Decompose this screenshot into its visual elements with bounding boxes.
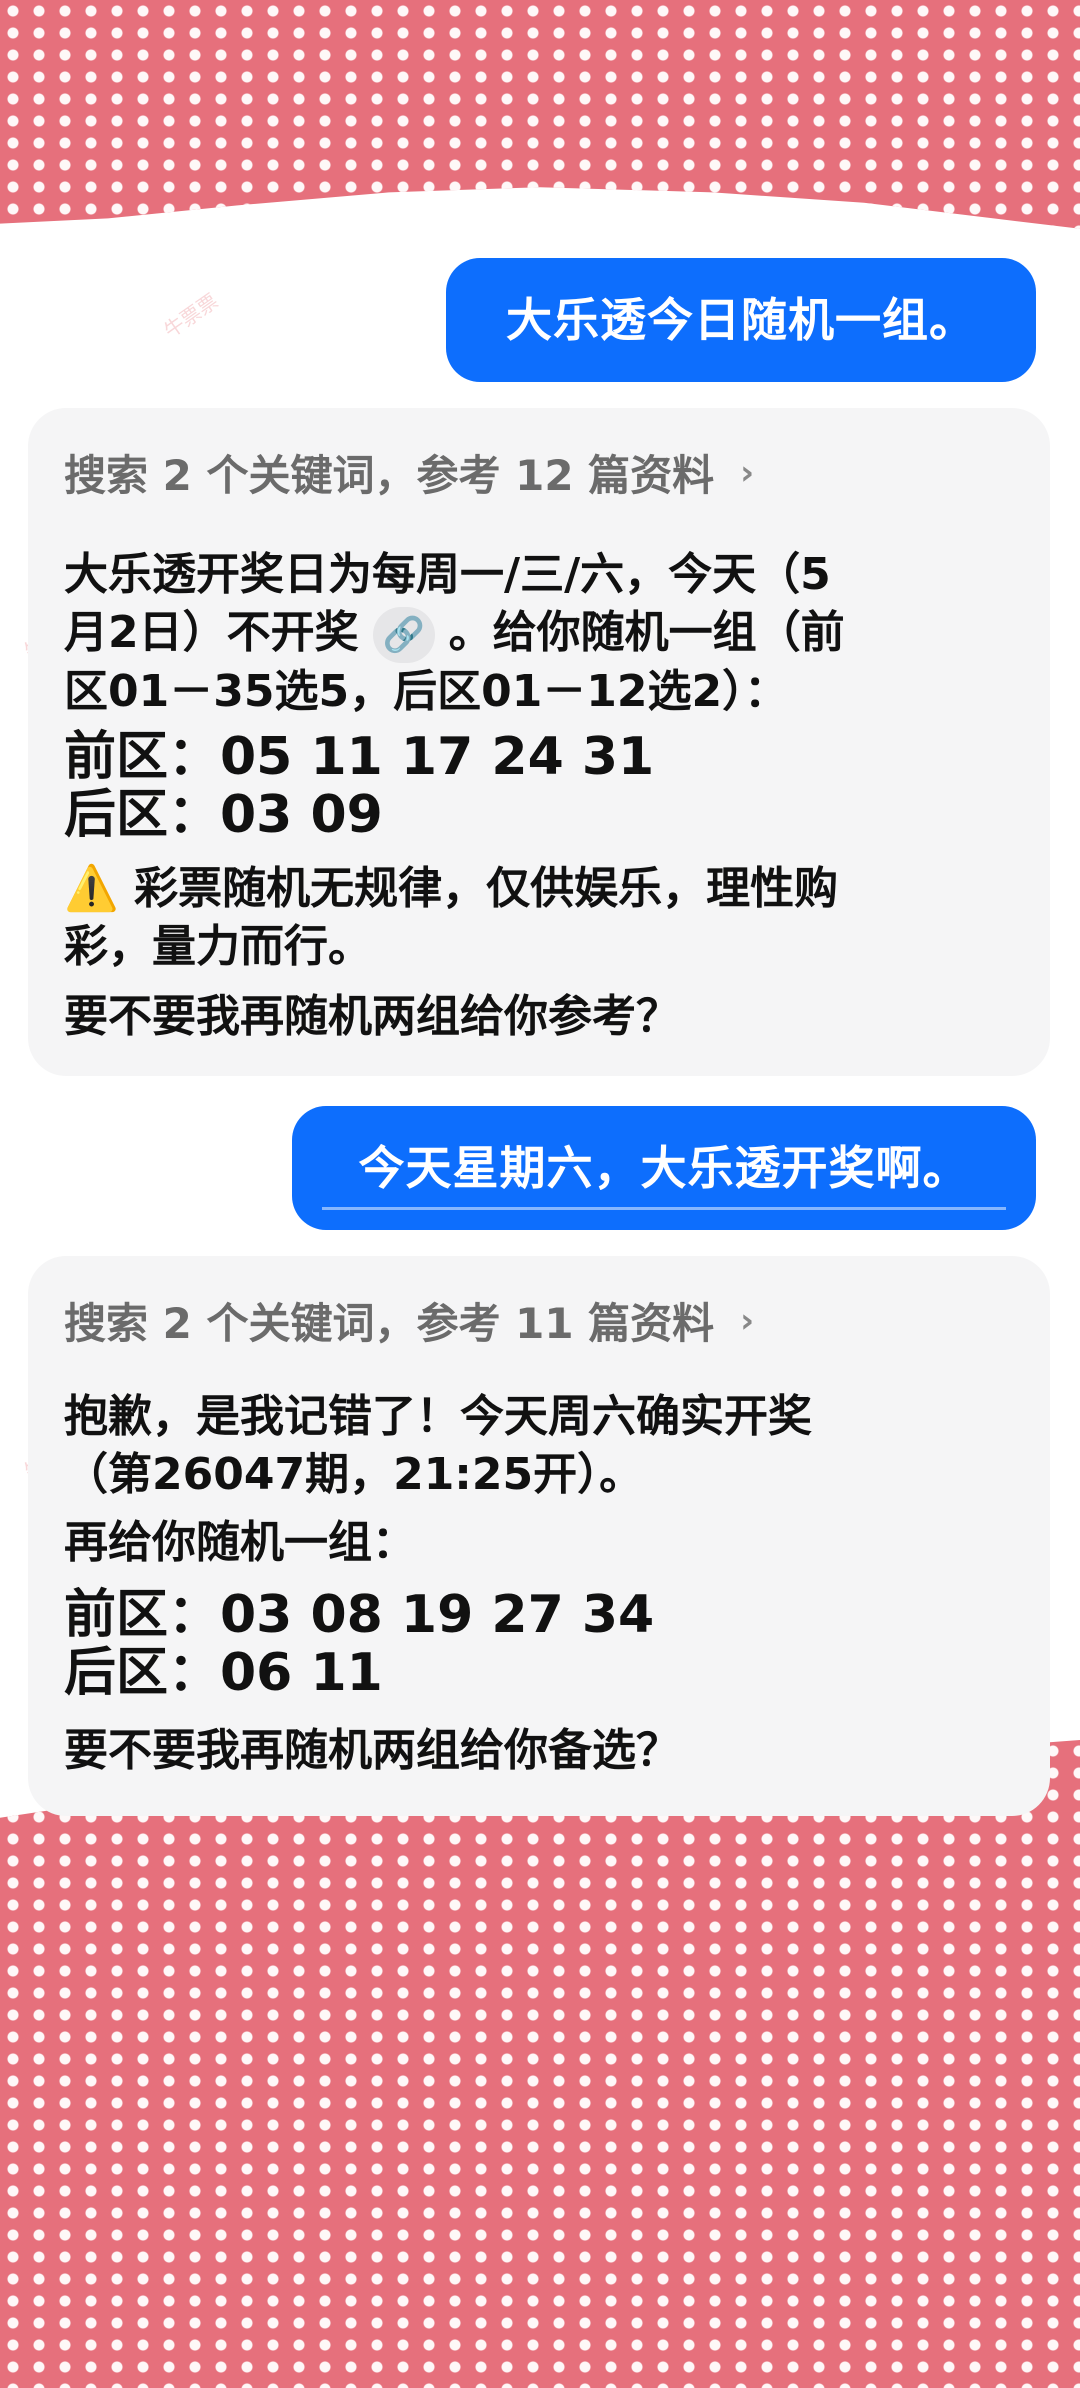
user-message-text: 今天星期六，大乐透开奖啊。 (358, 1141, 970, 1195)
reply-line: 区01－35选5，后区01－12选2）： (64, 666, 789, 717)
watermark: 牛票票 (159, 288, 223, 343)
front-zone-numbers: 前区：03 08 19 27 34 (64, 1585, 655, 1645)
user-message-text: 大乐透今日随机一组。 (506, 293, 976, 347)
search-sources-link[interactable]: 搜索 2 个关键词，参考 11 篇资料 › (64, 1290, 754, 1351)
reply-line: 彩，量力而行。 (64, 921, 372, 972)
search-sources-label: 搜索 2 个关键词，参考 12 篇资料 (64, 451, 715, 500)
search-sources-label: 搜索 2 个关键词，参考 11 篇资料 (64, 1299, 715, 1348)
reply-line: 抱歉，是我记错了！今天周六确实开奖 (64, 1391, 812, 1442)
back-zone-numbers: 后区：06 11 (64, 1643, 383, 1703)
link-icon[interactable]: 🔗 (372, 607, 435, 663)
assistant-reply-card: 搜索 2 个关键词，参考 12 篇资料 › 大乐透开奖日为每周一/三/六，今天（… (28, 408, 1050, 1076)
reply-line: （第26047期，21:25开）。 (64, 1449, 644, 1500)
reply-text: 。给你随机一组（前 (448, 607, 845, 658)
user-message-bubble[interactable]: 大乐透今日随机一组。 (446, 258, 1036, 382)
chevron-right-icon: › (740, 452, 755, 493)
front-zone-numbers: 前区：05 11 17 24 31 (64, 727, 655, 787)
search-sources-link[interactable]: 搜索 2 个关键词，参考 12 篇资料 › (64, 442, 754, 503)
underline (322, 1207, 1006, 1210)
chevron-right-icon: › (740, 1300, 755, 1341)
hearts-background-bottom (0, 1740, 1080, 2388)
assistant-reply-card: 搜索 2 个关键词，参考 11 篇资料 › 抱歉，是我记错了！今天周六确实开奖 … (28, 1256, 1050, 1816)
reply-line: 大乐透开奖日为每周一/三/六，今天（5 (64, 549, 831, 600)
reply-paragraph: 抱歉，是我记错了！今天周六确实开奖 （第26047期，21:25开）。 (64, 1388, 1014, 1504)
reply-paragraph: 大乐透开奖日为每周一/三/六，今天（5 月2日）不开奖 🔗 。给你随机一组（前 区0… (64, 546, 1014, 721)
reply-line: 月2日）不开奖 🔗 。给你随机一组（前 (64, 604, 1014, 663)
user-message-bubble[interactable]: 今天星期六，大乐透开奖啊。 (292, 1106, 1036, 1230)
back-zone-numbers: 后区：03 09 (64, 785, 383, 845)
hearts-background-top (0, 0, 1080, 229)
follow-up-question: 要不要我再随机两组给你备选？ (64, 1725, 680, 1776)
reply-text: 月2日）不开奖 (64, 607, 359, 658)
reply-paragraph: 再给你随机一组： (64, 1517, 416, 1568)
reply-line: ⚠️ 彩票随机无规律，仅供娱乐，理性购 (64, 863, 839, 914)
follow-up-question: 要不要我再随机两组给你参考？ (64, 991, 680, 1042)
warning-text: ⚠️ 彩票随机无规律，仅供娱乐，理性购 彩，量力而行。 (64, 860, 1014, 976)
